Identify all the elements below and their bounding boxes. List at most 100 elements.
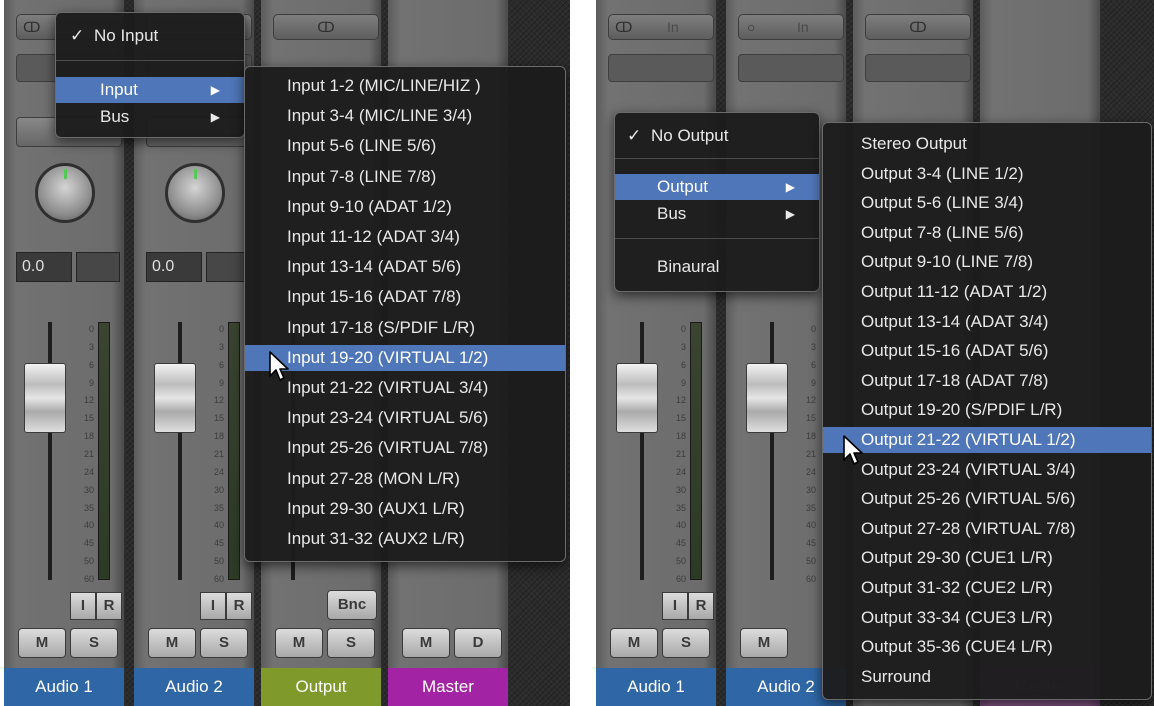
- record-enable-button[interactable]: R: [226, 592, 252, 620]
- solo-button[interactable]: S: [200, 628, 248, 658]
- record-enable-button[interactable]: R: [688, 592, 714, 620]
- submenu-item[interactable]: Output 25-26 (VIRTUAL 5/6): [823, 486, 1151, 512]
- submenu-item[interactable]: Input 5-6 (LINE 5/6): [245, 133, 565, 159]
- menu-item-input[interactable]: Input ▶: [56, 77, 244, 103]
- meter-scale-label: 40: [675, 520, 686, 531]
- submenu-item[interactable]: Input 27-28 (MON L/R): [245, 466, 565, 492]
- submenu-item-label: Input 1-2 (MIC/LINE/HIZ ): [287, 76, 481, 95]
- submenu-item[interactable]: Input 13-14 (ADAT 5/6): [245, 254, 565, 280]
- submenu-item[interactable]: Output 19-20 (S/PDIF L/R): [823, 397, 1151, 423]
- menu-item-output[interactable]: Output ▶: [615, 174, 819, 200]
- input-monitor-button[interactable]: I: [200, 592, 226, 620]
- submenu-item[interactable]: Output 35-36 (CUE4 L/R): [823, 634, 1151, 660]
- submenu-item[interactable]: Input 15-16 (ADAT 7/8): [245, 284, 565, 310]
- submenu-item[interactable]: Input 25-26 (VIRTUAL 7/8): [245, 435, 565, 461]
- bounce-button[interactable]: Bnc: [327, 590, 377, 620]
- volume-fader[interactable]: [24, 363, 66, 433]
- stereo-link-icon: ↀ: [23, 19, 41, 35]
- volume-fader[interactable]: [746, 363, 788, 433]
- mute-button[interactable]: M: [610, 628, 658, 658]
- menu-item-bus[interactable]: Bus ▶: [615, 201, 819, 227]
- stereo-link-icon: ↀ: [317, 19, 335, 35]
- volume-fader[interactable]: [616, 363, 658, 433]
- mute-button[interactable]: M: [275, 628, 323, 658]
- submenu-item[interactable]: Output 5-6 (LINE 3/4): [823, 190, 1151, 216]
- mouse-pointer-icon: [269, 351, 289, 381]
- mixer-panel-right: ↀ In 0 3 6 9 12 15 18 21 24 30 35 40 45 50 60 I R M S …: [596, 0, 1154, 706]
- track-name[interactable]: Audio 1: [596, 668, 716, 706]
- input-slot-button[interactable]: ↀ In: [608, 14, 714, 40]
- track-name[interactable]: Master: [388, 668, 508, 706]
- submenu-item[interactable]: Output 27-28 (VIRTUAL 7/8): [823, 516, 1151, 542]
- submenu-item-label: Input 13-14 (ADAT 5/6): [287, 257, 462, 277]
- solo-button[interactable]: S: [662, 628, 710, 658]
- submenu-item[interactable]: Input 19-20 (VIRTUAL 1/2): [245, 344, 565, 371]
- submenu-item[interactable]: Input 23-24 (VIRTUAL 5/6): [245, 405, 565, 431]
- submenu-item[interactable]: Input 3-4 (MIC/LINE 3/4): [245, 103, 565, 129]
- mute-button[interactable]: M: [740, 628, 788, 658]
- submenu-item[interactable]: Input 31-32 (AUX2 L/R): [245, 526, 565, 552]
- submenu-item[interactable]: Input 21-22 (VIRTUAL 3/4): [245, 375, 565, 401]
- submenu-item-label: Output 9-10 (LINE 7/8): [861, 252, 1033, 272]
- pan-knob[interactable]: [165, 163, 225, 223]
- submenu-item-label: Output 31-32 (CUE2 L/R): [861, 578, 1053, 597]
- solo-button[interactable]: S: [70, 628, 118, 658]
- submenu-item[interactable]: Input 17-18 (S/PDIF L/R): [245, 315, 565, 341]
- track-name[interactable]: Audio 1: [4, 668, 124, 706]
- submenu-item[interactable]: Output 29-30 (CUE1 L/R): [823, 545, 1151, 571]
- output-slot[interactable]: [738, 54, 844, 82]
- submenu-item[interactable]: Output 7-8 (LINE 5/6): [823, 220, 1151, 246]
- submenu-item[interactable]: Surround: [823, 664, 1151, 690]
- meter-scale-label: 18: [213, 431, 224, 442]
- submenu-item[interactable]: Output 9-10 (LINE 7/8): [823, 249, 1151, 275]
- submenu-item[interactable]: Output 23-24 (VIRTUAL 3/4): [823, 457, 1151, 483]
- menu-item-no-input[interactable]: ✓ No Input: [56, 23, 244, 49]
- track-name[interactable]: Output: [261, 668, 381, 706]
- menu-item-binaural[interactable]: Binaural: [615, 254, 819, 280]
- menu-separator: [615, 158, 819, 159]
- meter-scale-label: 0: [218, 324, 224, 334]
- submenu-item[interactable]: Output 3-4 (LINE 1/2): [823, 161, 1151, 187]
- submenu-item[interactable]: Input 1-2 (MIC/LINE/HIZ ): [245, 73, 565, 99]
- input-monitor-button[interactable]: I: [662, 592, 688, 620]
- meter-scale: 0 3 6 9 12 15 18 21 24 30 35 40 45 50 60: [790, 324, 816, 584]
- submenu-item[interactable]: Output 11-12 (ADAT 1/2): [823, 279, 1151, 305]
- meter-scale: 0 3 6 9 12 15 18 21 24 30 35 40 45 50 60: [68, 324, 94, 584]
- submenu-item[interactable]: Output 21-22 (VIRTUAL 1/2): [823, 427, 1151, 453]
- input-monitor-button[interactable]: I: [70, 592, 96, 620]
- stereo-link-button[interactable]: ↀ: [865, 14, 971, 40]
- submenu-item[interactable]: Input 9-10 (ADAT 1/2): [245, 194, 565, 220]
- submenu-item-label: Output 27-28 (VIRTUAL 7/8): [861, 518, 1076, 538]
- mute-button[interactable]: M: [402, 628, 450, 658]
- track-name[interactable]: Audio 2: [134, 668, 254, 706]
- meter-scale-label: 0: [88, 324, 94, 334]
- output-slot[interactable]: [865, 54, 971, 82]
- meter-scale-label: 6: [680, 359, 686, 370]
- dim-button[interactable]: D: [454, 628, 502, 658]
- stereo-link-button[interactable]: ↀ: [273, 14, 379, 40]
- mute-button[interactable]: M: [148, 628, 196, 658]
- submenu-item[interactable]: Output 17-18 (ADAT 7/8): [823, 368, 1151, 394]
- output-slot[interactable]: [608, 54, 714, 82]
- menu-item-bus[interactable]: Bus ▶: [56, 104, 244, 130]
- record-enable-button[interactable]: R: [96, 592, 122, 620]
- meter-scale-label: 60: [805, 574, 816, 584]
- level-meter: [98, 322, 110, 580]
- submenu-item[interactable]: Input 11-12 (ADAT 3/4): [245, 224, 565, 250]
- mouse-pointer-icon: [843, 435, 863, 465]
- input-slot-button[interactable]: ○ In: [738, 14, 844, 40]
- submenu-item[interactable]: Output 31-32 (CUE2 L/R): [823, 575, 1151, 601]
- meter-scale-label: 50: [805, 556, 816, 567]
- solo-button[interactable]: S: [327, 628, 375, 658]
- pan-knob[interactable]: [35, 163, 95, 223]
- submenu-item[interactable]: Output 13-14 (ADAT 3/4): [823, 309, 1151, 335]
- mute-button[interactable]: M: [18, 628, 66, 658]
- submenu-item[interactable]: Input 7-8 (LINE 7/8): [245, 164, 565, 190]
- submenu-item[interactable]: Output 15-16 (ADAT 5/6): [823, 338, 1151, 364]
- submenu-item[interactable]: Stereo Output: [823, 131, 1151, 157]
- submenu-item-label: Input 15-16 (ADAT 7/8): [287, 287, 462, 307]
- menu-item-no-output[interactable]: ✓ No Output: [615, 123, 819, 149]
- submenu-item[interactable]: Input 29-30 (AUX1 L/R): [245, 496, 565, 522]
- submenu-item[interactable]: Output 33-34 (CUE3 L/R): [823, 605, 1151, 631]
- volume-fader[interactable]: [154, 363, 196, 433]
